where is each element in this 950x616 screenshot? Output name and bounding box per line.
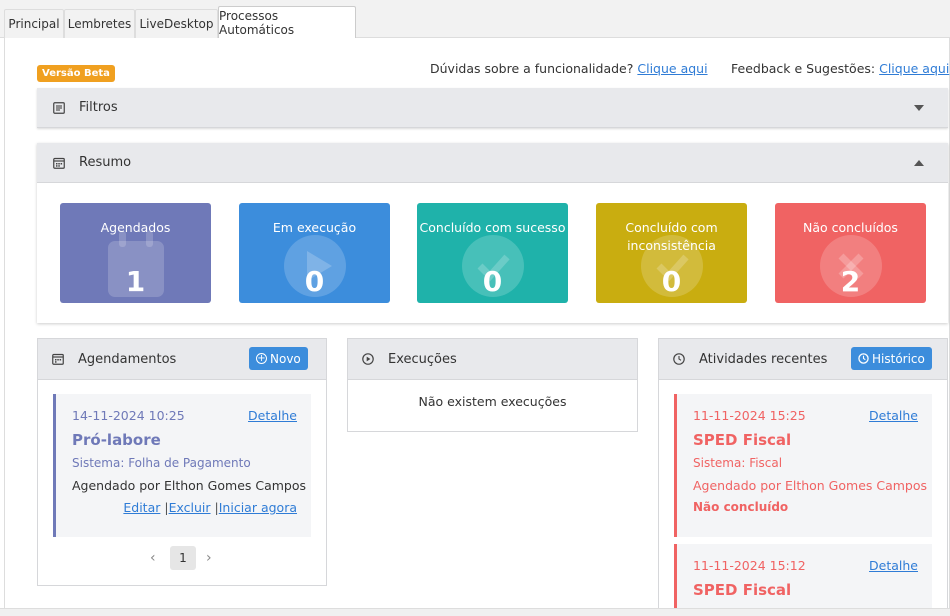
play-circle-icon <box>362 353 374 365</box>
page-button[interactable]: 1 <box>170 546 196 570</box>
activity-name: SPED Fiscal <box>693 581 792 599</box>
card-concluido-sucesso[interactable]: Concluído com sucesso 0 <box>417 203 568 303</box>
new-schedule-button[interactable]: + Novo <box>249 347 308 370</box>
start-now-link[interactable]: Iniciar agora <box>219 500 297 515</box>
card-em-execucao[interactable]: Em execução 0 <box>239 203 390 303</box>
executions-panel: Execuções Não existem execuções <box>347 338 638 432</box>
schedules-title: Agendamentos <box>78 351 177 367</box>
schedule-name: Pró-labore <box>72 431 161 449</box>
list-item: 11-11-2024 15:25 Detalhe SPED Fiscal Sis… <box>674 394 932 537</box>
help-link[interactable]: Clique aqui <box>637 61 707 76</box>
chevron-up-icon[interactable] <box>914 159 924 166</box>
card-count: 0 <box>304 265 325 298</box>
card-title: Não concluídos <box>803 220 898 235</box>
summary-panel-header[interactable]: Resumo <box>37 143 948 183</box>
detail-link[interactable]: Detalhe <box>869 558 918 573</box>
card-count: 2 <box>840 265 861 298</box>
schedules-header: Agendamentos + Novo <box>38 339 326 380</box>
edit-link[interactable]: Editar <box>123 500 160 515</box>
clock-icon <box>858 353 869 364</box>
feedback-line: Feedback e Sugestões: Clique aqui <box>731 61 949 76</box>
feedback-text: Feedback e Sugestões: <box>731 61 876 76</box>
help-line: Dúvidas sobre a funcionalidade? Clique a… <box>430 61 708 76</box>
list-item: 11-11-2024 15:12 Detalhe SPED Fiscal <box>674 544 932 610</box>
schedule-datetime: 14-11-2024 10:25 <box>72 408 185 423</box>
schedule-author: Agendado por Elthon Gomes Campos <box>72 478 307 493</box>
filters-panel-header[interactable]: Filtros <box>37 88 948 128</box>
history-button[interactable]: Histórico <box>851 347 932 370</box>
recent-header: Atividades recentes Histórico <box>659 339 947 380</box>
executions-header: Execuções <box>348 339 637 380</box>
recent-activities-panel: Atividades recentes Histórico 11-11-2024… <box>658 338 948 610</box>
summary-title: Resumo <box>79 155 132 170</box>
activity-system: Sistema: Fiscal <box>693 456 783 470</box>
activity-name: SPED Fiscal <box>693 431 792 449</box>
card-agendados[interactable]: Agendados 1 <box>60 203 211 303</box>
tab-bar: Principal Lembretes LiveDesktop Processo… <box>0 0 950 39</box>
filters-title: Filtros <box>79 100 118 115</box>
card-count: 0 <box>661 265 682 298</box>
tab-processos-automaticos[interactable]: Processos Automáticos <box>218 6 356 39</box>
activity-datetime: 11-11-2024 15:25 <box>693 408 806 423</box>
card-title: Concluído com inconsistência <box>625 220 718 253</box>
card-concluido-inconsistencia[interactable]: Concluído com inconsistência 0 <box>596 203 747 303</box>
recent-title: Atividades recentes <box>699 351 828 367</box>
horizontal-scrollbar[interactable] <box>0 608 950 616</box>
tab-principal[interactable]: Principal <box>4 9 64 38</box>
schedule-actions: Editar |Excluir |Iniciar agora <box>123 500 297 515</box>
beta-badge: Versão Beta <box>37 65 115 82</box>
executions-title: Execuções <box>388 351 457 367</box>
schedules-panel: Agendamentos + Novo 14-11-2024 10:25 Det… <box>37 338 327 586</box>
chevron-right-icon[interactable]: › <box>206 550 212 566</box>
delete-link[interactable]: Excluir <box>169 500 211 515</box>
schedule-system: Sistema: Folha de Pagamento <box>72 456 251 470</box>
card-count: 0 <box>482 265 503 298</box>
history-button-label: Histórico <box>872 351 925 366</box>
card-count: 1 <box>125 265 146 298</box>
chevron-left-icon[interactable]: ‹ <box>150 550 156 566</box>
card-title: Concluído com sucesso <box>419 220 566 235</box>
activity-author: Agendado por Elthon Gomes Campos <box>693 478 928 493</box>
calendar-icon <box>53 157 65 169</box>
pagination: ‹ 1 › <box>38 546 326 570</box>
list-item: 14-11-2024 10:25 Detalhe Pró-labore Sist… <box>53 394 311 537</box>
activity-status: Não concluído <box>693 500 789 514</box>
new-button-label: Novo <box>270 351 301 366</box>
activity-datetime: 11-11-2024 15:12 <box>693 558 806 573</box>
filter-list-icon <box>53 101 65 114</box>
clock-icon <box>673 353 685 365</box>
detail-link[interactable]: Detalhe <box>869 408 918 423</box>
empty-state: Não existem execuções <box>418 394 567 409</box>
detail-link[interactable]: Detalhe <box>248 408 297 423</box>
tab-livedesktop[interactable]: LiveDesktop <box>135 9 218 38</box>
card-nao-concluidos[interactable]: Não concluídos 2 <box>775 203 926 303</box>
help-text: Dúvidas sobre a funcionalidade? <box>430 61 634 76</box>
card-title: Agendados <box>100 220 171 235</box>
feedback-link[interactable]: Clique aqui <box>879 61 949 76</box>
chevron-down-icon[interactable] <box>914 104 924 111</box>
calendar-icon <box>52 353 64 365</box>
tab-lembretes[interactable]: Lembretes <box>64 9 135 38</box>
card-title: Em execução <box>272 220 357 235</box>
plus-circle-icon: + <box>256 353 267 364</box>
